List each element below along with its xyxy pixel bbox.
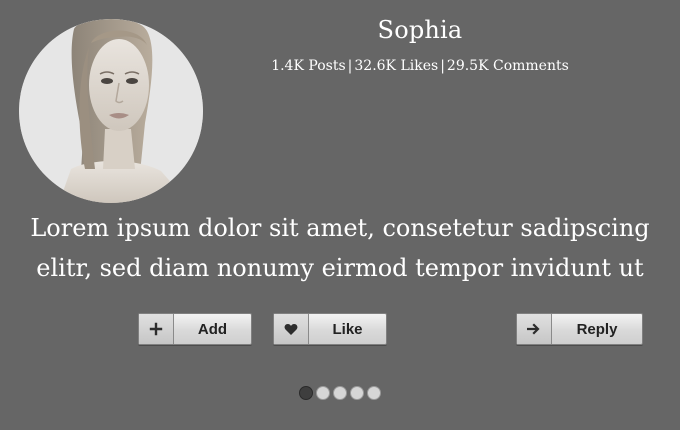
person-portrait-photo	[19, 19, 203, 203]
pagination-dot-2[interactable]	[316, 386, 330, 400]
heart-icon	[274, 314, 309, 344]
comments-count: 29.5K Comments	[446, 58, 569, 74]
add-button-label: Add	[197, 320, 228, 338]
posts-count: 1.4K Posts	[271, 58, 346, 74]
pagination-dot-3[interactable]	[333, 386, 347, 400]
quote-line: Lorem ipsum dolor sit amet, consetetur s…	[30, 214, 650, 242]
profile-name: Sophia	[377, 16, 463, 44]
plus-icon	[139, 314, 174, 344]
quote-text: Lorem ipsum dolor sit amet, consetetur s…	[20, 208, 660, 288]
like-button[interactable]: Like	[273, 313, 387, 345]
pagination-dot-5[interactable]	[367, 386, 381, 400]
add-button[interactable]: Add	[138, 313, 252, 345]
likes-count: 32.6K Likes	[354, 58, 439, 74]
reply-button-label: Reply	[576, 320, 618, 338]
pagination-dot-4[interactable]	[350, 386, 364, 400]
arrow-right-icon	[517, 314, 552, 344]
pagination-dots	[299, 386, 381, 400]
avatar	[19, 19, 203, 203]
stats-separator: |	[440, 58, 445, 74]
pagination-dot-1[interactable]	[299, 386, 313, 400]
reply-button[interactable]: Reply	[516, 313, 643, 345]
like-button-label: Like	[332, 320, 363, 338]
profile-stats: 1.4K Posts | 32.6K Likes | 29.5K Comments	[260, 58, 580, 74]
quote-line: elitr, sed diam nonumy eirmod tempor inv…	[36, 254, 644, 282]
